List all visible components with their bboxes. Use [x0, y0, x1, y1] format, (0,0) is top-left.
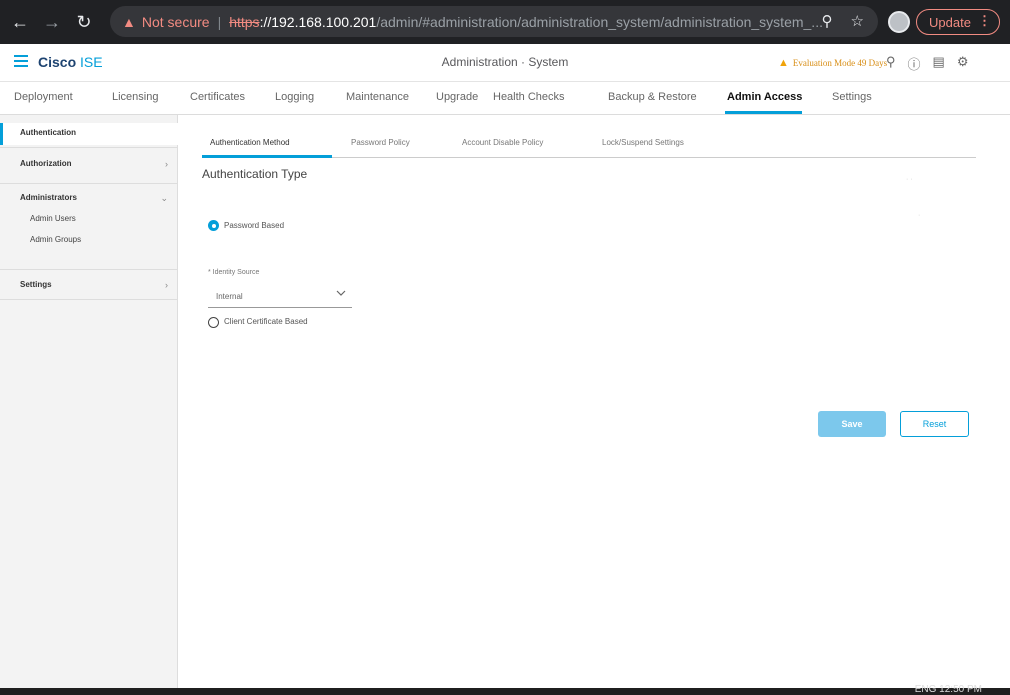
- dashboard-icon[interactable]: ▤: [933, 54, 945, 73]
- tab-password-policy[interactable]: Password Policy: [351, 138, 410, 147]
- sidebar-item-administrators[interactable]: Administrators ⌄: [0, 189, 178, 209]
- tab-backup-restore[interactable]: Backup & Restore: [608, 91, 697, 103]
- tab-authentication-method[interactable]: Authentication Method: [210, 138, 290, 147]
- decorative-dot: · ·: [906, 176, 913, 183]
- active-tab-indicator: [725, 111, 802, 114]
- top-navigation: Deployment Licensing Certificates Loggin…: [0, 82, 1010, 115]
- forward-arrow-icon[interactable]: →: [40, 10, 64, 34]
- sidebar-subitem-admin-groups[interactable]: Admin Groups: [30, 235, 81, 244]
- evaluation-notice[interactable]: ▲ Evaluation Mode 49 Days: [778, 57, 887, 69]
- reload-icon[interactable]: ↻: [72, 10, 96, 34]
- tab-certificates[interactable]: Certificates: [190, 91, 245, 103]
- tab-health-checks[interactable]: Health Checks: [493, 91, 565, 103]
- identity-source-label: * Identity Source: [208, 269, 260, 276]
- hamburger-menu-icon[interactable]: [14, 55, 28, 67]
- save-button[interactable]: Save: [818, 411, 886, 437]
- gear-icon[interactable]: ⚙: [957, 54, 969, 73]
- url-path: /admin/#administration/administration_sy…: [376, 13, 823, 30]
- bookmark-star-icon[interactable]: ☆: [851, 12, 864, 30]
- reset-button[interactable]: Reset: [900, 411, 969, 437]
- search-icon[interactable]: ⚲: [886, 54, 896, 73]
- update-button-label: Update: [929, 14, 971, 30]
- brand-primary: Cisco: [38, 54, 77, 70]
- chevron-right-icon: ›: [165, 159, 168, 169]
- tab-licensing[interactable]: Licensing: [112, 91, 158, 103]
- password-based-radio[interactable]: [208, 220, 219, 231]
- password-based-label[interactable]: Password Based: [224, 221, 284, 230]
- sidebar-item-label: Administrators: [20, 193, 77, 202]
- client-certificate-radio[interactable]: [208, 317, 219, 328]
- section-title: Authentication Type: [202, 167, 308, 181]
- identity-source-value: Internal: [216, 292, 243, 301]
- decorative-dot: ·: [918, 212, 921, 219]
- url-scheme: https: [229, 13, 260, 30]
- browser-toolbar: ← → ↻ ▲ Not secure | https ://192.168.10…: [0, 0, 1010, 44]
- warning-triangle-icon: ▲: [778, 57, 789, 69]
- back-arrow-icon[interactable]: ←: [8, 10, 32, 34]
- tab-upgrade[interactable]: Upgrade: [436, 91, 478, 103]
- os-taskbar: ENG 12:50 PM: [0, 684, 1010, 695]
- client-certificate-label[interactable]: Client Certificate Based: [224, 317, 308, 326]
- profile-avatar-icon[interactable]: [888, 11, 910, 33]
- sidebar-subitem-admin-users[interactable]: Admin Users: [30, 214, 76, 223]
- sidebar-item-authentication[interactable]: Authentication: [0, 123, 178, 145]
- sidebar-divider: [0, 299, 178, 300]
- tab-admin-access[interactable]: Admin Access: [727, 91, 802, 103]
- brand-logo[interactable]: Cisco ISE: [38, 54, 103, 70]
- tab-logging[interactable]: Logging: [275, 91, 314, 103]
- chevron-down-icon: ⌄: [160, 193, 168, 203]
- sidebar-divider: [0, 183, 178, 184]
- sidebar-divider: [0, 147, 178, 148]
- header-actions: ⚲ ⓘ ▤ ⚙: [886, 54, 969, 73]
- sidebar-item-label: Authentication: [20, 128, 76, 137]
- sidebar-item-settings[interactable]: Settings ›: [0, 276, 178, 296]
- tab-account-disable-policy[interactable]: Account Disable Policy: [462, 138, 543, 147]
- active-subtab-indicator: [202, 155, 332, 158]
- sidebar: Authentication Authorization › Administr…: [0, 115, 178, 688]
- address-separator: |: [217, 13, 222, 30]
- tab-settings[interactable]: Settings: [832, 91, 872, 103]
- address-bar-actions: ⚲ ☆: [822, 12, 864, 30]
- help-icon[interactable]: ⓘ: [908, 54, 921, 73]
- more-menu-icon: ⋮: [978, 13, 991, 28]
- evaluation-notice-text: Evaluation Mode 49 Days: [792, 58, 888, 68]
- url-host: ://192.168.100.201: [259, 13, 377, 30]
- sidebar-item-label: Settings: [20, 280, 52, 289]
- warning-icon: ▲: [122, 13, 136, 30]
- security-indicator[interactable]: Not secure: [142, 14, 210, 30]
- sidebar-item-label: Authorization: [20, 159, 72, 168]
- tab-lock-suspend-settings[interactable]: Lock/Suspend Settings: [602, 138, 684, 147]
- sidebar-item-authorization[interactable]: Authorization ›: [0, 155, 178, 175]
- brand-secondary: ISE: [80, 54, 103, 70]
- system-tray: ENG 12:50 PM: [914, 684, 982, 695]
- tab-deployment[interactable]: Deployment: [14, 91, 73, 103]
- tab-maintenance[interactable]: Maintenance: [346, 91, 409, 103]
- address-bar[interactable]: ▲ Not secure | https ://192.168.100.201 …: [110, 6, 878, 37]
- identity-source-select[interactable]: Internal: [208, 286, 352, 308]
- zoom-icon[interactable]: ⚲: [822, 12, 833, 30]
- chevron-right-icon: ›: [165, 280, 168, 290]
- chevron-down-icon: [336, 290, 346, 296]
- app-header: Cisco ISE Administration · System ▲ Eval…: [0, 44, 1010, 82]
- sub-tab-bar: Authentication Method Password Policy Ac…: [202, 130, 976, 158]
- update-button[interactable]: Update ⋮: [916, 9, 1000, 35]
- sidebar-divider: [0, 269, 178, 270]
